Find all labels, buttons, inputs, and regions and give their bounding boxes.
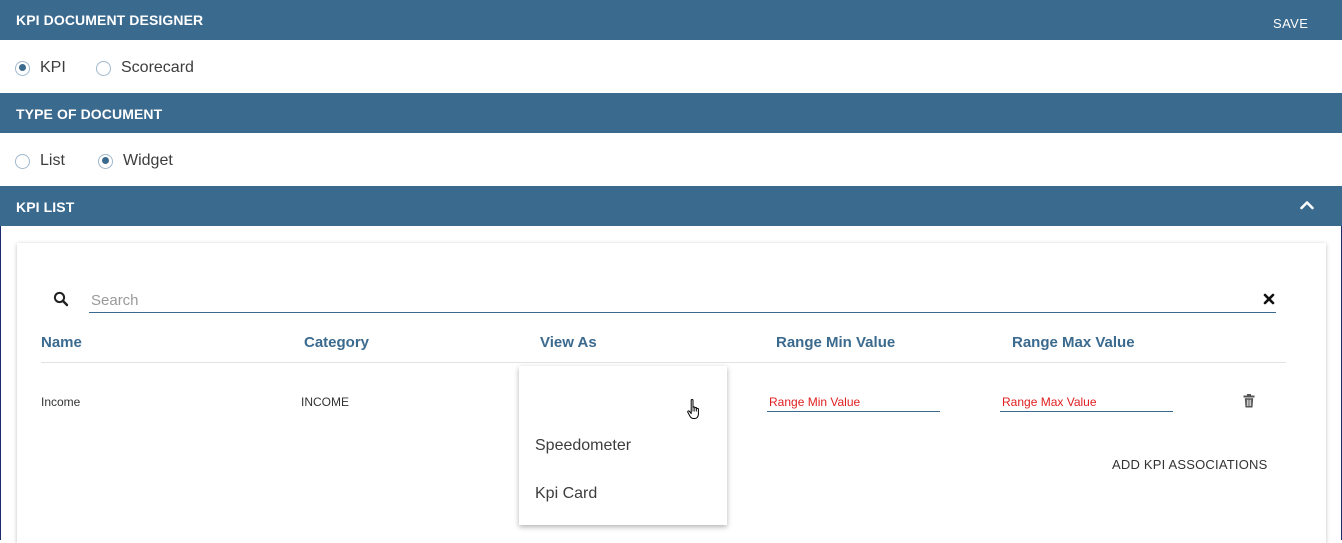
- column-header-category: Category: [304, 334, 370, 351]
- column-header-range-max: Range Max Value: [1012, 334, 1135, 351]
- view-as-option-kpi-card[interactable]: Kpi Card: [535, 485, 597, 503]
- radio-list-label: List: [40, 152, 65, 169]
- hand-pointer-icon: [687, 398, 699, 419]
- search-icon: [53, 291, 69, 307]
- row-name: Income: [41, 395, 81, 409]
- radio-scorecard[interactable]: Scorecard: [96, 59, 194, 77]
- view-as-option-speedometer[interactable]: Speedometer: [535, 437, 631, 455]
- type-of-document-header: TYPE OF DOCUMENT: [0, 93, 1342, 133]
- radio-widget-circle[interactable]: [98, 153, 113, 169]
- row-category: INCOME: [301, 395, 349, 409]
- radio-widget[interactable]: Widget: [98, 152, 173, 170]
- chevron-up-icon[interactable]: [1300, 200, 1314, 210]
- document-kind-group: KPI Scorecard: [0, 40, 1342, 93]
- radio-scorecard-circle[interactable]: [96, 60, 111, 76]
- save-button[interactable]: SAVE: [1273, 16, 1308, 31]
- view-as-option-empty[interactable]: [535, 388, 705, 408]
- type-of-document-title: TYPE OF DOCUMENT: [16, 106, 163, 122]
- range-min-input[interactable]: [767, 392, 940, 412]
- designer-header: KPI DOCUMENT DESIGNER SAVE: [0, 0, 1342, 40]
- radio-kpi[interactable]: KPI: [15, 59, 66, 77]
- trash-icon[interactable]: [1243, 394, 1255, 408]
- column-header-view-as: View As: [540, 334, 597, 351]
- document-type-group: List Widget: [0, 133, 1342, 186]
- view-as-dropdown[interactable]: Speedometer Kpi Card: [519, 366, 727, 525]
- page-title: KPI DOCUMENT DESIGNER: [16, 12, 204, 28]
- radio-list-circle[interactable]: [15, 153, 30, 169]
- kpi-list-header[interactable]: KPI LIST: [0, 186, 1342, 226]
- search-input[interactable]: [89, 288, 1276, 313]
- close-icon[interactable]: [1262, 292, 1276, 306]
- header-divider: [41, 362, 1286, 363]
- radio-kpi-circle[interactable]: [15, 60, 30, 76]
- column-header-range-min: Range Min Value: [776, 334, 896, 351]
- add-kpi-associations-button[interactable]: ADD KPI ASSOCIATIONS: [1112, 457, 1267, 472]
- radio-scorecard-label: Scorecard: [121, 59, 194, 76]
- range-max-input[interactable]: [1000, 392, 1173, 412]
- radio-list[interactable]: List: [15, 152, 65, 170]
- radio-widget-label: Widget: [123, 152, 173, 169]
- radio-kpi-label: KPI: [40, 59, 66, 76]
- kpi-list-title: KPI LIST: [16, 199, 75, 215]
- column-header-name: Name: [41, 334, 82, 351]
